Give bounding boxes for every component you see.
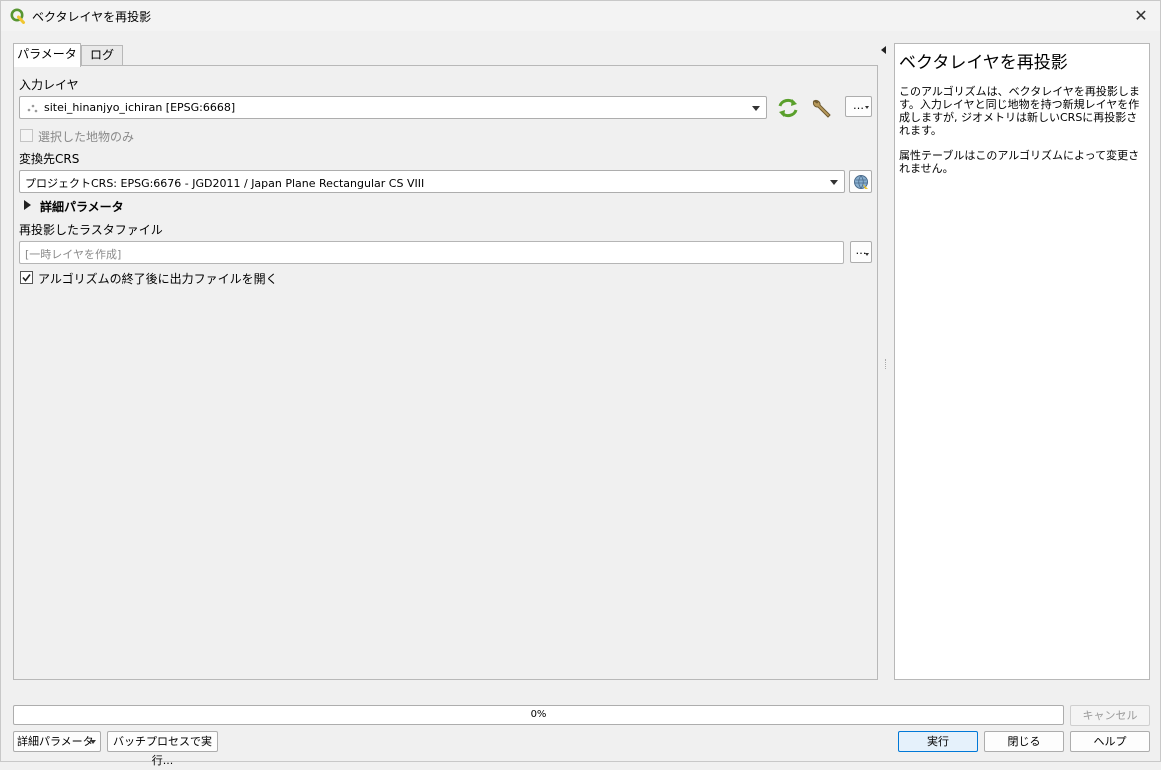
chevron-down-icon	[865, 253, 869, 256]
chevron-down-icon	[90, 740, 96, 744]
qgis-logo-icon	[10, 8, 25, 24]
close-button[interactable]: 閉じる	[984, 731, 1064, 752]
target-crs-label: 変換先CRS	[19, 152, 80, 166]
advanced-dropdown-button[interactable]: 詳細パラメータ	[13, 731, 101, 752]
checkmark-icon	[22, 274, 31, 282]
target-crs-value: プロジェクトCRS: EPSG:6676 - JGD2011 / Japan P…	[25, 177, 425, 190]
help-note: 属性テーブルはこのアルゴリズムによって変更されません。	[899, 149, 1140, 175]
help-description: このアルゴリズムは、ベクタレイヤを再投影します。入力レイヤと同じ地物を持つ新規レ…	[899, 85, 1140, 137]
output-file-input[interactable]: [一時レイヤを作成]	[19, 241, 844, 264]
panel-top-strip	[14, 66, 877, 76]
more-options-button[interactable]: …	[845, 96, 872, 117]
run-button[interactable]: 実行	[898, 731, 978, 752]
target-crs-combo[interactable]: プロジェクトCRS: EPSG:6676 - JGD2011 / Japan P…	[19, 170, 845, 193]
globe-icon	[854, 175, 868, 189]
more-options-label: …	[853, 99, 864, 112]
progress-bar: 0%	[13, 705, 1064, 725]
close-icon[interactable]: ✕	[1130, 5, 1152, 27]
batch-process-button[interactable]: バッチプロセスで実行...	[107, 731, 218, 767]
tab-log[interactable]: ログ	[81, 45, 123, 66]
help-title: ベクタレイヤを再投影	[899, 53, 1068, 73]
chevron-down-icon	[830, 180, 838, 185]
help-button[interactable]: ヘルプ	[1070, 731, 1150, 752]
browse-output-button[interactable]: …	[850, 241, 872, 263]
advanced-parameters-toggle[interactable]: 詳細パラメータ	[40, 198, 124, 215]
wrench-icon[interactable]	[810, 96, 834, 120]
selected-only-label: 選択した地物のみ	[38, 130, 135, 144]
title-bar: ベクタレイヤを再投影 ✕	[1, 1, 1160, 31]
splitter-handle[interactable]	[885, 359, 887, 369]
open-output-label: アルゴリズムの終了後に出力ファイルを開く	[38, 272, 278, 286]
point-layer-icon	[27, 104, 38, 113]
input-layer-label: 入力レイヤ	[19, 78, 79, 92]
open-output-checkbox[interactable]	[20, 271, 33, 284]
help-panel: ベクタレイヤを再投影 このアルゴリズムは、ベクタレイヤを再投影します。入力レイヤ…	[894, 43, 1150, 680]
tab-parameters[interactable]: パラメータ	[13, 43, 81, 67]
advanced-dropdown-label: 詳細パラメータ	[17, 735, 94, 748]
input-layer-combo[interactable]: sitei_hinanjyo_ichiran [EPSG:6668]	[19, 96, 767, 119]
collapse-arrow-icon[interactable]	[881, 46, 886, 54]
selected-only-checkbox[interactable]	[20, 129, 33, 142]
cancel-button[interactable]: キャンセル	[1070, 705, 1150, 726]
chevron-down-icon	[752, 106, 760, 111]
output-file-placeholder: [一時レイヤを作成]	[25, 248, 122, 261]
iterate-icon[interactable]	[775, 96, 801, 120]
chevron-down-icon	[865, 106, 869, 109]
parameters-panel: 入力レイヤ sitei_hinanjyo_ichiran [EPSG:6668]…	[13, 65, 878, 680]
dialog-window: ベクタレイヤを再投影 ✕ パラメータ ログ 入力レイヤ sitei_hinanj…	[0, 0, 1161, 767]
input-layer-value: sitei_hinanjyo_ichiran [EPSG:6668]	[44, 101, 236, 114]
select-crs-button[interactable]	[849, 170, 872, 193]
window-title: ベクタレイヤを再投影	[32, 10, 152, 24]
progress-text: 0%	[530, 709, 547, 720]
output-file-label: 再投影したラスタファイル	[19, 223, 163, 237]
expand-arrow-icon[interactable]	[24, 200, 31, 210]
